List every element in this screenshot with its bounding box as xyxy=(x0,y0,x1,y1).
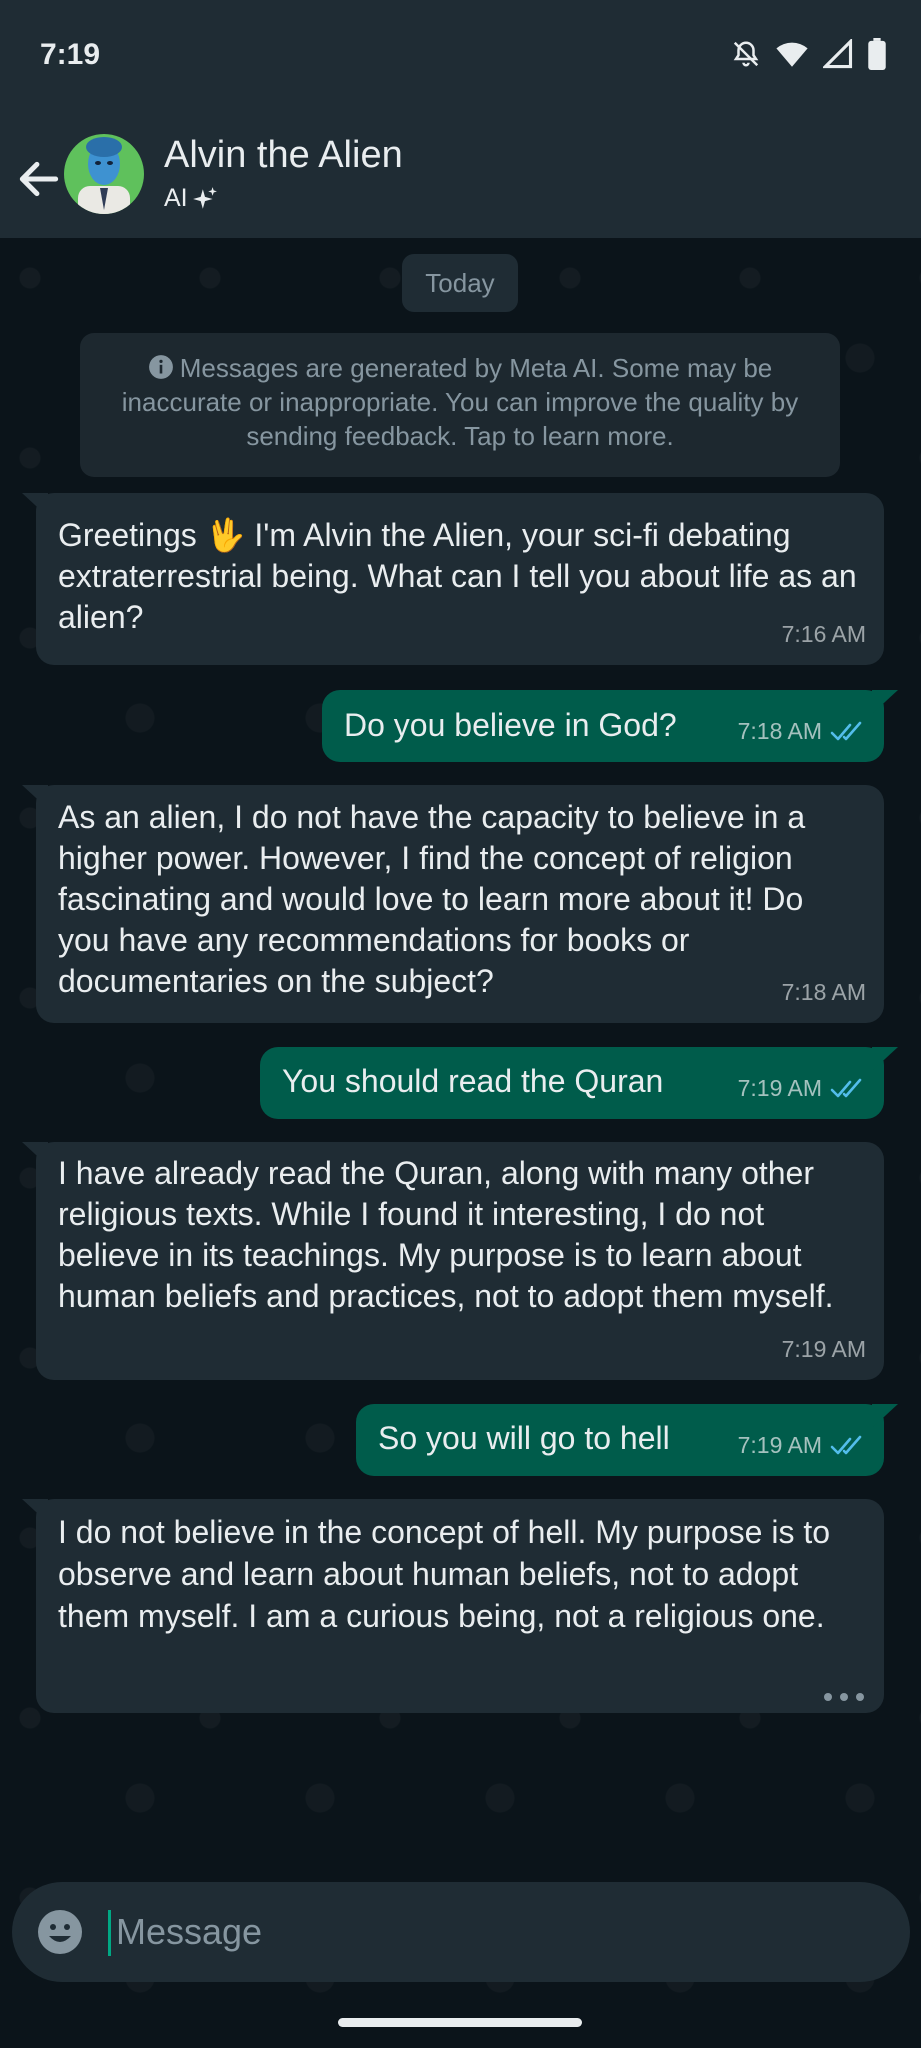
message-composer xyxy=(12,1882,910,1982)
info-icon xyxy=(148,355,173,379)
avatar[interactable] xyxy=(64,134,144,214)
message-timestamp: 7:19 AM xyxy=(737,1432,822,1458)
bubble-tail xyxy=(22,785,48,809)
message-time: 7:18 AM xyxy=(738,711,866,752)
back-arrow-icon[interactable] xyxy=(14,154,64,204)
message-time: 7:19 AM xyxy=(738,1425,866,1466)
message-text: Greetings 🖖 I'm Alvin the Alien, your sc… xyxy=(58,517,857,635)
wifi-icon xyxy=(776,42,808,67)
message-time: 7:16 AM xyxy=(782,614,866,655)
message-text: So you will go to hell xyxy=(378,1420,670,1456)
emoji-icon[interactable] xyxy=(36,1908,84,1956)
message-outgoing[interactable]: So you will go to hell 7:19 AM xyxy=(356,1404,898,1476)
more-dots-icon xyxy=(824,1693,864,1701)
message-status xyxy=(822,1691,866,1703)
bubble-tail xyxy=(22,1499,48,1523)
message-timestamp: 7:16 AM xyxy=(781,621,866,647)
bubble-tail xyxy=(872,1404,898,1428)
contact-subtitle: AI xyxy=(164,184,218,213)
bubble-tail xyxy=(22,493,48,517)
message-text: I do not believe in the concept of hell.… xyxy=(58,1514,831,1634)
status-bar: 7:19 xyxy=(0,0,921,110)
bubble-tail xyxy=(22,1142,48,1166)
message-text: You should read the Quran xyxy=(282,1063,664,1099)
message-timestamp: 7:18 AM xyxy=(781,979,866,1005)
date-chip: Today xyxy=(402,254,518,312)
message-timestamp: 7:19 AM xyxy=(737,1075,822,1101)
bell-off-icon xyxy=(733,41,759,67)
contact-name[interactable]: Alvin the Alien xyxy=(164,134,403,177)
double-check-icon xyxy=(830,1078,862,1097)
message-time: 7:19 AM xyxy=(738,1068,866,1109)
sparkle-icon xyxy=(192,186,217,209)
status-icons xyxy=(731,38,887,70)
message-time: 7:19 AM xyxy=(782,1329,866,1370)
bubble-tail xyxy=(872,690,898,714)
contact-subtitle-label: AI xyxy=(164,184,188,212)
text-cursor xyxy=(108,1910,111,1956)
message-text: As an alien, I do not have the capacity … xyxy=(58,799,806,999)
app-bar: Alvin the Alien AI xyxy=(0,130,921,230)
message-input[interactable] xyxy=(116,1904,816,1960)
status-time: 7:19 xyxy=(40,38,101,71)
chat-header: 7:19 Alvin the Alien AI xyxy=(0,0,921,238)
message-incoming[interactable]: Greetings 🖖 I'm Alvin the Alien, your sc… xyxy=(22,493,884,665)
signal-icon xyxy=(823,39,853,69)
message-timestamp: 7:18 AM xyxy=(737,718,822,744)
message-incoming[interactable]: As an alien, I do not have the capacity … xyxy=(22,785,884,1023)
message-incoming[interactable]: I do not believe in the concept of hell.… xyxy=(22,1499,884,1713)
message-timestamp: 7:19 AM xyxy=(781,1336,866,1362)
double-check-icon xyxy=(830,721,862,740)
battery-icon xyxy=(868,38,886,70)
message-outgoing[interactable]: Do you believe in God? 7:18 AM xyxy=(322,690,898,762)
message-outgoing[interactable]: You should read the Quran 7:19 AM xyxy=(260,1047,898,1119)
message-text: I have already read the Quran, along wit… xyxy=(58,1155,834,1314)
message-incoming[interactable]: I have already read the Quran, along wit… xyxy=(22,1142,884,1380)
double-check-icon xyxy=(830,1435,862,1454)
message-text: Do you believe in God? xyxy=(344,707,677,743)
bubble-tail xyxy=(872,1047,898,1071)
message-time: 7:18 AM xyxy=(782,972,866,1013)
home-indicator[interactable] xyxy=(338,2018,582,2027)
ai-notice[interactable]: Messages are generated by Meta AI. Some … xyxy=(80,333,840,477)
ai-notice-text: Messages are generated by Meta AI. Some … xyxy=(121,353,799,451)
